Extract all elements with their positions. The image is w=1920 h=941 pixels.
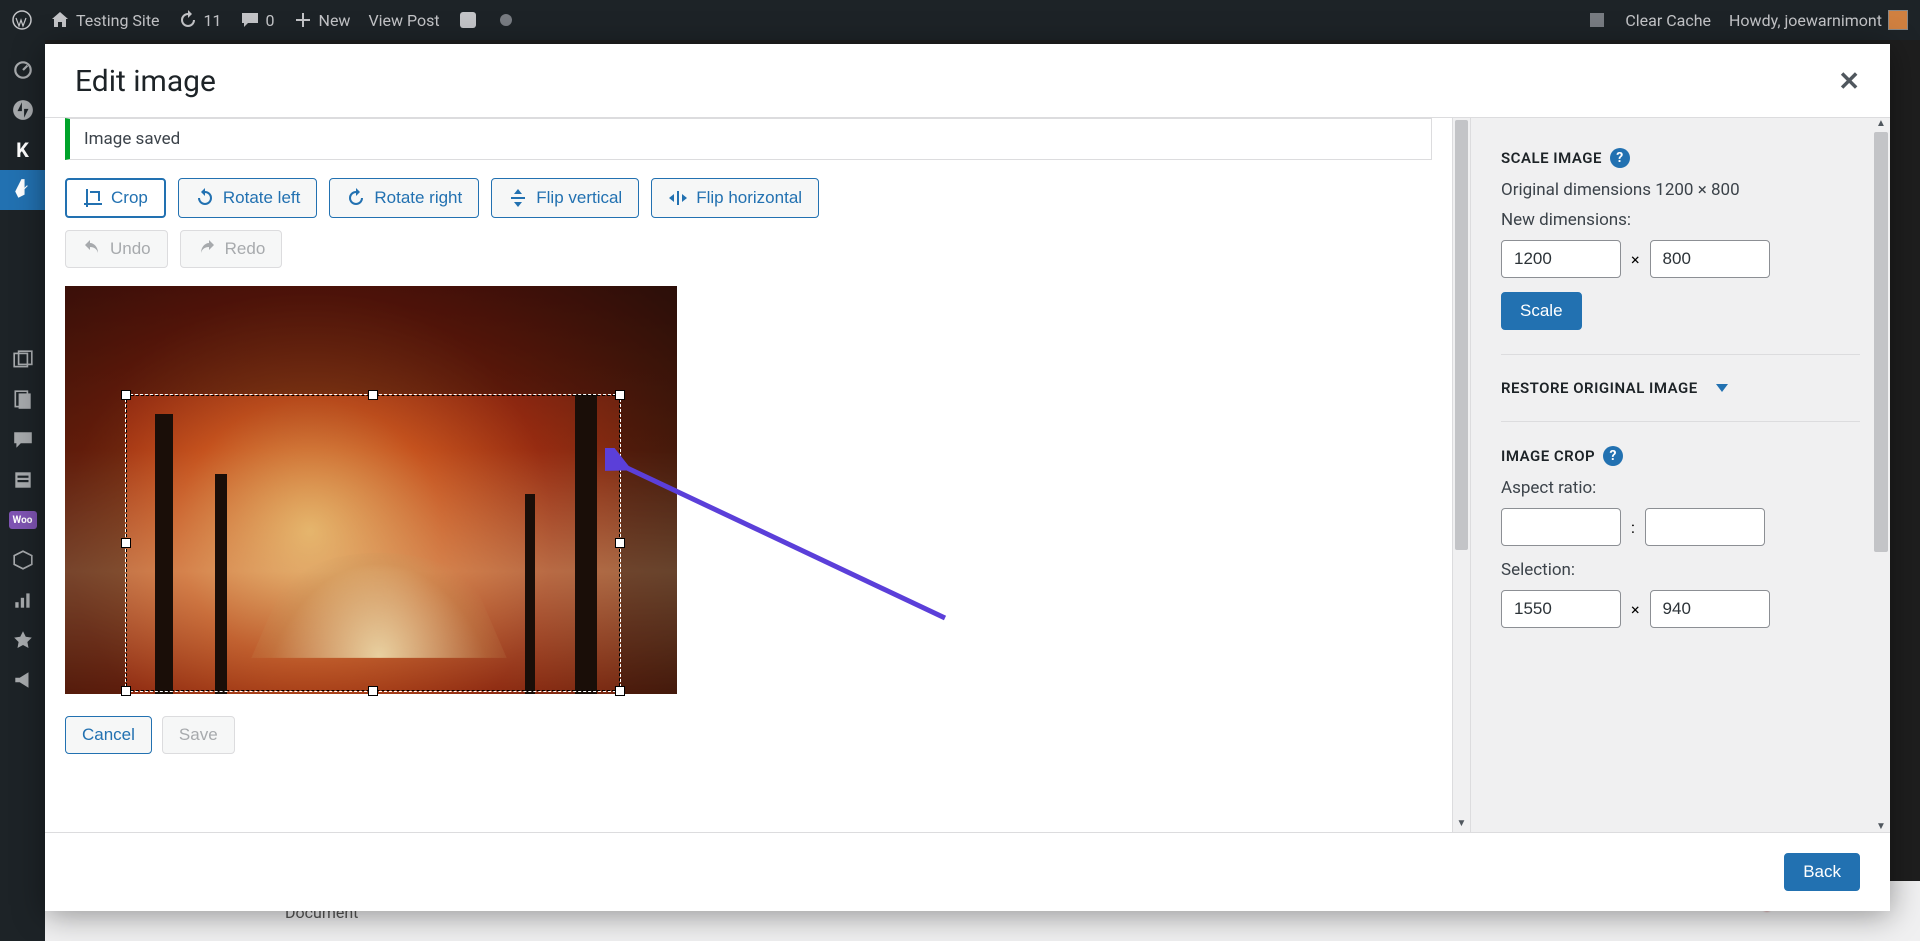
scale-button[interactable]: Scale: [1501, 292, 1582, 330]
howdy-text: Howdy, joewarnimont: [1729, 11, 1882, 30]
yoast-icon[interactable]: [458, 10, 478, 30]
aspect-ratio-label: Aspect ratio:: [1501, 478, 1860, 498]
notification-icon[interactable]: [1587, 10, 1607, 30]
close-icon[interactable]: ✕: [1838, 67, 1860, 97]
selection-label: Selection:: [1501, 560, 1860, 580]
panel-scrollbar[interactable]: ▲ ▼: [1872, 118, 1890, 832]
new-content[interactable]: New: [293, 10, 351, 30]
comments-count: 0: [266, 11, 275, 30]
redo-button[interactable]: Redo: [180, 230, 283, 268]
products-icon[interactable]: [0, 540, 45, 580]
star-icon[interactable]: [0, 620, 45, 660]
chevron-down-icon: [1716, 384, 1728, 392]
comments[interactable]: 0: [240, 10, 275, 30]
flip-vertical-button[interactable]: Flip vertical: [491, 178, 639, 218]
crop-handle-w[interactable]: [121, 538, 131, 548]
times-label-2: ×: [1631, 600, 1640, 619]
crop-handle-e[interactable]: [615, 538, 625, 548]
view-post[interactable]: View Post: [368, 11, 439, 30]
modal-header: Edit image ✕: [45, 44, 1890, 118]
flip-horizontal-icon: [668, 188, 688, 208]
scale-width-input[interactable]: [1501, 240, 1621, 278]
times-label: ×: [1631, 250, 1640, 269]
modal-title: Edit image: [75, 64, 216, 99]
aspect-height-input[interactable]: [1645, 508, 1765, 546]
rotate-right-button[interactable]: Rotate right: [329, 178, 479, 218]
editor-main: Image saved Crop Rotate left Rotate righ…: [45, 118, 1452, 832]
scrollbar-thumb[interactable]: [1455, 120, 1468, 550]
edit-image-modal: Edit image ✕ Image saved Crop Rotate lef…: [45, 44, 1890, 911]
jetpack-icon[interactable]: [0, 90, 45, 130]
cancel-button[interactable]: Cancel: [65, 716, 152, 754]
updates-count: 11: [204, 11, 222, 30]
refresh-icon: [178, 10, 198, 30]
crop-handle-nw[interactable]: [121, 390, 131, 400]
crop-button[interactable]: Crop: [65, 178, 166, 218]
site-name-label: Testing Site: [76, 11, 160, 30]
panel-scrollbar-thumb[interactable]: [1874, 132, 1888, 552]
rotate-left-button[interactable]: Rotate left: [178, 178, 318, 218]
restore-heading[interactable]: RESTORE ORIGINAL IMAGE: [1501, 379, 1860, 397]
comment-icon: [240, 10, 260, 30]
admin-bar: Testing Site 11 0 New View Post Clear Ca…: [0, 0, 1920, 40]
edit-toolbar: Crop Rotate left Rotate right Flip verti…: [65, 178, 1432, 218]
help-icon[interactable]: ?: [1603, 446, 1623, 466]
help-icon[interactable]: ?: [1610, 148, 1630, 168]
flip-horizontal-button[interactable]: Flip horizontal: [651, 178, 819, 218]
account[interactable]: Howdy, joewarnimont: [1729, 10, 1908, 30]
woo-icon[interactable]: Woo: [9, 511, 37, 529]
undo-icon: [82, 239, 102, 259]
rotate-right-icon: [346, 188, 366, 208]
crop-handle-s[interactable]: [368, 686, 378, 696]
avatar: [1888, 10, 1908, 30]
crop-icon: [83, 188, 103, 208]
comments-menu-icon[interactable]: [0, 420, 45, 460]
crop-handle-n[interactable]: [368, 390, 378, 400]
clear-cache[interactable]: Clear Cache: [1625, 11, 1711, 30]
updates[interactable]: 11: [178, 10, 222, 30]
home-icon: [50, 10, 70, 30]
forms-icon[interactable]: [0, 460, 45, 500]
crop-heading: IMAGE CROP ?: [1501, 446, 1860, 466]
scale-heading: SCALE IMAGE ?: [1501, 148, 1860, 168]
save-button[interactable]: Save: [162, 716, 235, 754]
scale-height-input[interactable]: [1650, 240, 1770, 278]
crop-handle-se[interactable]: [615, 686, 625, 696]
analytics-icon[interactable]: [0, 580, 45, 620]
aspect-sep: :: [1631, 518, 1635, 537]
image-preview[interactable]: [65, 286, 677, 694]
wp-logo[interactable]: [12, 10, 32, 30]
new-dimensions-label: New dimensions:: [1501, 210, 1860, 230]
settings-panel: SCALE IMAGE ? Original dimensions 1200 ×…: [1470, 118, 1890, 832]
selection-width-input[interactable]: [1501, 590, 1621, 628]
original-dimensions: Original dimensions 1200 × 800: [1501, 180, 1860, 200]
selection-height-input[interactable]: [1650, 590, 1770, 628]
posts-icon[interactable]: [0, 170, 45, 210]
undo-button[interactable]: Undo: [65, 230, 168, 268]
marketing-icon[interactable]: [0, 660, 45, 700]
back-button[interactable]: Back: [1784, 853, 1860, 891]
crop-handle-sw[interactable]: [121, 686, 131, 696]
plus-icon: [293, 10, 313, 30]
crop-selection[interactable]: [125, 394, 621, 692]
new-label: New: [319, 11, 351, 30]
dashboard-icon[interactable]: [0, 50, 45, 90]
aspect-width-input[interactable]: [1501, 508, 1621, 546]
notice-saved: Image saved: [65, 118, 1432, 160]
crop-handle-ne[interactable]: [615, 390, 625, 400]
modal-footer: Back: [45, 832, 1890, 911]
kinsta-icon[interactable]: K: [0, 130, 45, 170]
flip-vertical-icon: [508, 188, 528, 208]
status-dot[interactable]: [496, 10, 516, 30]
wp-admin-sidebar: K Woo: [0, 40, 45, 941]
pages-icon[interactable]: [0, 380, 45, 420]
redo-icon: [197, 239, 217, 259]
main-scrollbar[interactable]: ▲ ▼: [1452, 118, 1470, 832]
site-name[interactable]: Testing Site: [50, 10, 160, 30]
rotate-left-icon: [195, 188, 215, 208]
media-icon[interactable]: [0, 340, 45, 380]
